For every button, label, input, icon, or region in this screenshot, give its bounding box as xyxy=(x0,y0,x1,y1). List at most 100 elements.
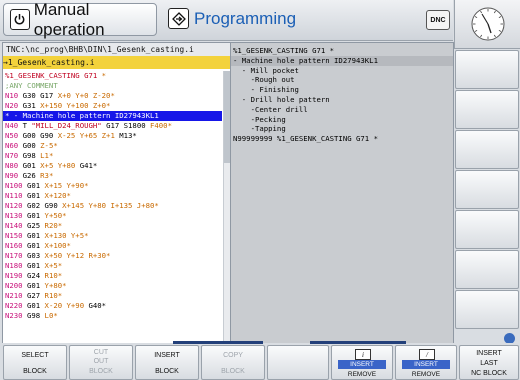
nc-token: G02 G90 xyxy=(26,201,63,210)
structure-item[interactable]: - Drill hole pattern xyxy=(231,95,453,105)
softkey-label: INSERT xyxy=(476,350,502,357)
nc-line[interactable]: N160 G01 X+100* xyxy=(3,241,222,251)
nc-token: X+15 Y+90* xyxy=(44,181,89,190)
structure-item[interactable]: -Center drill xyxy=(231,105,453,115)
nc-token: N60 xyxy=(5,141,23,150)
copy-block-softkey[interactable]: COPY BLOCK xyxy=(201,345,265,380)
active-file-bar[interactable]: →1_Gesenk_casting.i xyxy=(3,56,230,69)
nc-line[interactable]: N120 G02 G90 X+145 Y+80 I+135 J+80* xyxy=(3,201,222,211)
insert-last-nc-block-softkey[interactable]: INSERT LAST NC BLOCK xyxy=(459,345,519,380)
right-softkey-1[interactable] xyxy=(455,50,519,89)
nc-token: F400* xyxy=(150,121,172,130)
softkey-label: LAST xyxy=(480,360,498,367)
structure-item[interactable]: -Rough out xyxy=(231,75,453,85)
structure-item[interactable]: -Pecking xyxy=(231,115,453,125)
softkey-row-marker xyxy=(173,341,263,344)
structure-item[interactable]: %1_GESENK_CASTING G71 * xyxy=(231,46,453,56)
softkey-label: INSERT xyxy=(154,352,180,359)
nc-token: R3* xyxy=(40,171,54,180)
structure-item[interactable]: -Tapping xyxy=(231,124,453,134)
nc-token: Z-5* xyxy=(40,141,58,150)
program-scrollbar[interactable] xyxy=(223,71,230,349)
nc-token: G26 xyxy=(22,171,41,180)
nc-line[interactable]: N190 G24 R10* xyxy=(3,271,222,281)
softkey-label: CUT xyxy=(93,349,109,356)
nc-line[interactable]: N50 G00 G90 X-25 Y+65 Z+1 M13* xyxy=(3,131,222,141)
nc-line[interactable]: N20 G31 X+150 Y+100 Z+0* xyxy=(3,101,222,111)
cut-out-block-softkey[interactable]: CUT OUT BLOCK xyxy=(69,345,133,380)
nc-line[interactable]: N70 G98 L1* xyxy=(3,151,222,161)
select-block-softkey[interactable]: SELECT BLOCK xyxy=(3,345,67,380)
right-softkey-3[interactable] xyxy=(455,130,519,169)
empty-softkey[interactable] xyxy=(267,345,329,380)
nc-line[interactable]: %1_GESENK_CASTING G71 * xyxy=(3,71,222,81)
softkey-label: SELECT xyxy=(21,352,49,359)
nc-line-selected[interactable]: * - Machine hole pattern ID27943KL1 xyxy=(3,111,222,121)
nc-line[interactable]: N220 G01 X-20 Y+90 G40* xyxy=(3,301,222,311)
nc-program-lines[interactable]: %1_GESENK_CASTING G71 * ;ANY COMMENT N10 G… xyxy=(3,71,222,321)
insert-remove-softkey-1[interactable]: i INSERT REMOVE xyxy=(331,345,393,380)
nc-token: G01 xyxy=(22,161,41,170)
nc-line[interactable]: N110 G01 X+120* xyxy=(3,191,222,201)
insert-block-softkey[interactable]: INSERT BLOCK xyxy=(135,345,199,380)
structure-item[interactable]: - Machine hole pattern ID27943KL1 xyxy=(231,55,453,66)
nc-token: N40 xyxy=(5,121,23,130)
nc-token: G01 xyxy=(26,241,45,250)
right-softkey-4[interactable] xyxy=(455,170,519,209)
nc-line[interactable]: N200 G01 Y+80* xyxy=(3,281,222,291)
softkey-row-marker xyxy=(310,341,406,344)
dnc-icon[interactable]: DNC xyxy=(426,10,450,30)
nc-token: * xyxy=(101,71,107,80)
info-icon: i xyxy=(355,349,371,360)
nc-line[interactable]: N40 T "MILL_D24_ROUGH" G17 S1800 F400* xyxy=(3,121,222,131)
nc-line[interactable]: N170 G03 X+50 Y+12 R+30* xyxy=(3,251,222,261)
nc-token: G00 G90 xyxy=(22,131,58,140)
nc-token: G40* xyxy=(88,301,107,310)
nc-token: G01 xyxy=(26,231,45,240)
mode-manual-operation-button[interactable]: Manual operation xyxy=(3,0,157,39)
nc-line[interactable]: ;ANY COMMENT xyxy=(3,81,222,91)
nc-line[interactable]: N230 G98 L0* xyxy=(3,311,222,321)
nc-token: N100 xyxy=(5,181,27,190)
structure-item[interactable]: - Finishing xyxy=(231,85,453,95)
nc-token: R10* xyxy=(44,271,63,280)
file-path-bar: TNC:\nc_prog\BHB\DIN\1_Gesenk_casting.i xyxy=(3,43,230,56)
nc-line[interactable]: N130 G01 Y+50* xyxy=(3,211,222,221)
nc-line[interactable]: N80 G01 X+5 Y+80 G41* xyxy=(3,161,222,171)
right-softkey-2[interactable] xyxy=(455,90,519,129)
nc-line[interactable]: N140 G25 R20* xyxy=(3,221,222,231)
nc-token: G03 xyxy=(26,251,45,260)
softkey-label: BLOCK xyxy=(155,368,179,375)
nc-line[interactable]: N210 G27 R10* xyxy=(3,291,222,301)
nc-token: N160 xyxy=(5,241,27,250)
nc-token: X-20 Y+90 xyxy=(44,301,89,310)
nc-token: G25 xyxy=(26,221,45,230)
nc-token: L0* xyxy=(44,311,58,320)
nc-token: X+5* xyxy=(44,261,63,270)
softkey-label: OUT xyxy=(93,358,109,365)
right-softkey-6[interactable] xyxy=(455,250,519,289)
nc-line[interactable]: N100 G01 X+15 Y+90* xyxy=(3,181,222,191)
structure-lines[interactable]: %1_GESENK_CASTING G71 * - Machine hole pa… xyxy=(231,46,453,144)
nc-token: X+145 Y+80 I+135 J+80* xyxy=(62,201,159,210)
nc-line[interactable]: N10 G30 G17 X+0 Y+0 Z-20* xyxy=(3,91,222,101)
nc-line[interactable]: N150 G01 X+130 Y+5* xyxy=(3,231,222,241)
insert-remove-softkey-2[interactable]: / INSERT REMOVE xyxy=(395,345,457,380)
nc-line[interactable]: N180 G01 X+5* xyxy=(3,261,222,271)
nc-token: L1* xyxy=(40,151,54,160)
nc-line[interactable]: N90 G26 R3* xyxy=(3,171,222,181)
nc-token: G17 S1800 xyxy=(106,121,150,130)
structure-item[interactable]: - Mill pocket xyxy=(231,66,453,76)
mode-programming-label: Programming xyxy=(194,8,297,28)
nc-token: N50 xyxy=(5,131,23,140)
right-softkey-7[interactable] xyxy=(455,290,519,329)
nc-token: N20 xyxy=(5,101,23,110)
nc-token: G41* xyxy=(79,161,98,170)
right-softkey-5[interactable] xyxy=(455,210,519,249)
mode-programming-button[interactable]: Programming xyxy=(162,3,392,34)
insert-toggle-label: INSERT xyxy=(402,360,450,369)
nc-token: M13* xyxy=(119,131,137,140)
nc-line[interactable]: N60 G00 Z-5* xyxy=(3,141,222,151)
nc-token: X+130 Y+5* xyxy=(44,231,89,240)
structure-item[interactable]: N99999999 %1_GESENK_CASTING G71 * xyxy=(231,134,453,144)
